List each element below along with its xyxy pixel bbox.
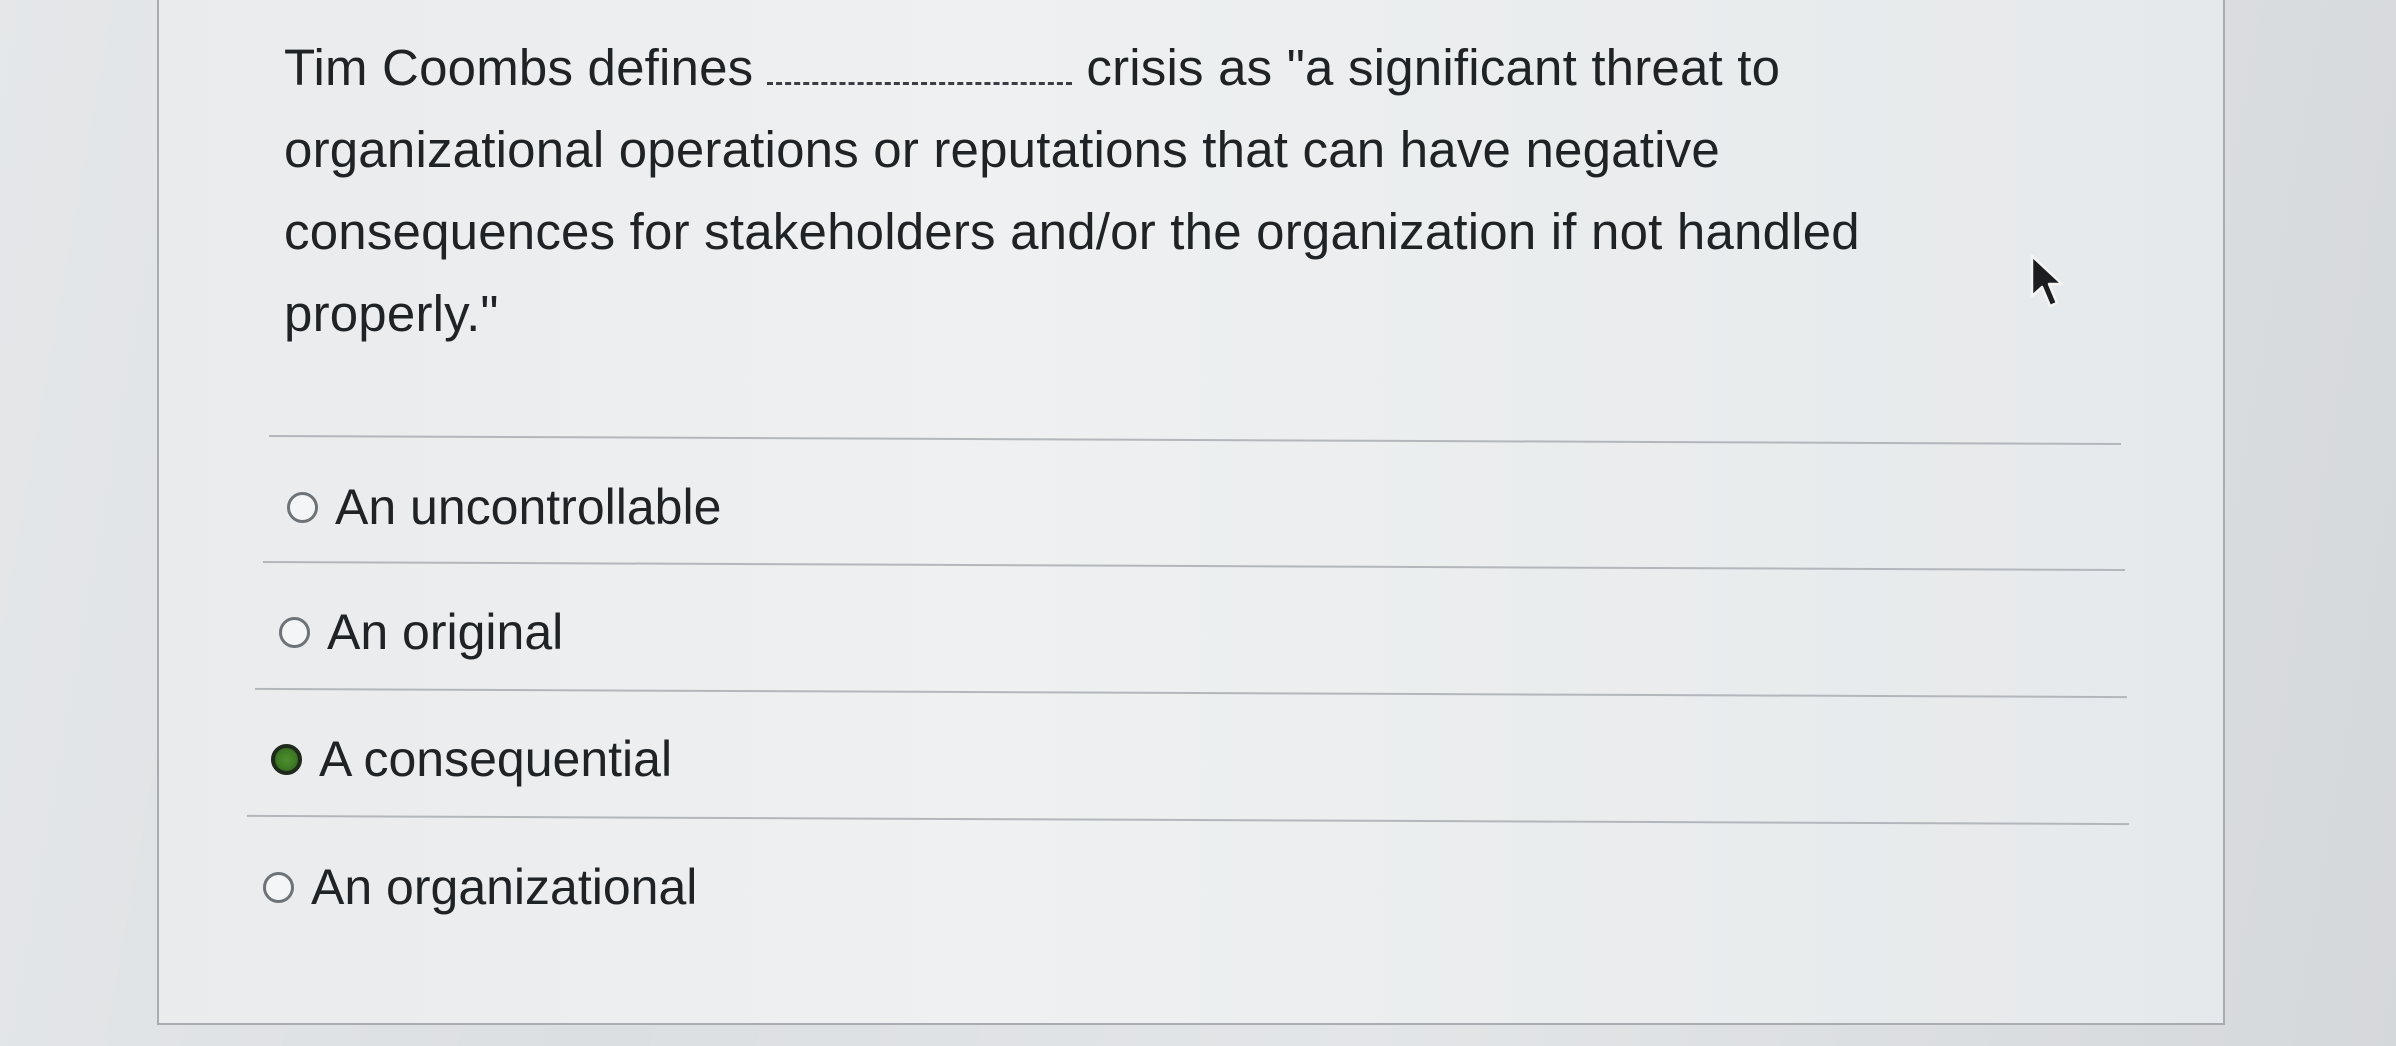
divider: [255, 687, 2127, 699]
option-an-original[interactable]: An original: [279, 603, 563, 661]
question-text: Tim Coombs defines crisis as "a significa…: [284, 27, 2184, 355]
option-label: An uncontrollable: [335, 479, 722, 535]
question-line-4: properly.": [284, 285, 499, 342]
question-line-1: Tim Coombs defines crisis as "a significa…: [284, 27, 2184, 109]
question-part-2: crisis as "a significant threat to: [1086, 39, 1781, 96]
option-an-organizational[interactable]: An organizational: [263, 858, 697, 916]
divider: [269, 434, 2121, 446]
question-line-3: consequences for stakeholders and/or the…: [284, 203, 1860, 260]
option-a-consequential[interactable]: A consequential: [271, 730, 672, 788]
mouse-pointer-icon: [2030, 254, 2064, 308]
option-an-uncontrollable[interactable]: An uncontrollable: [287, 478, 721, 536]
radio-button[interactable]: [279, 616, 310, 648]
option-label: An original: [327, 604, 564, 660]
fill-in-blank: [767, 42, 1073, 85]
radio-button-selected[interactable]: [271, 743, 302, 775]
question-part-1: Tim Coombs defines: [284, 39, 754, 96]
option-label: An organizational: [311, 859, 698, 915]
question-card: Tim Coombs defines crisis as "a significa…: [157, 0, 2225, 1025]
divider: [247, 814, 2129, 826]
radio-button[interactable]: [263, 871, 294, 903]
radio-button[interactable]: [287, 491, 318, 523]
question-line-2: organizational operations or reputations…: [284, 121, 1720, 178]
divider: [263, 560, 2125, 572]
option-label: A consequential: [319, 731, 673, 787]
